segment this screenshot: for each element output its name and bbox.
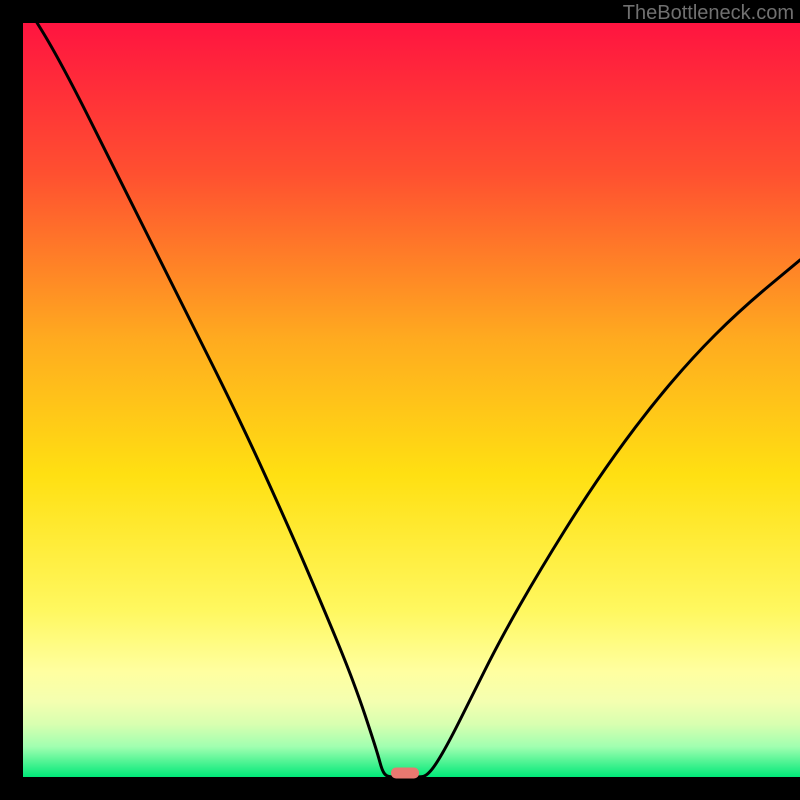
chart-svg: [0, 0, 800, 800]
watermark-text: TheBottleneck.com: [623, 2, 794, 25]
minimum-marker: [391, 768, 419, 779]
axis-left-bar: [0, 0, 23, 800]
bottleneck-chart: TheBottleneck.com: [0, 0, 800, 800]
axis-bottom-bar: [0, 777, 800, 800]
plot-background: [23, 23, 800, 777]
